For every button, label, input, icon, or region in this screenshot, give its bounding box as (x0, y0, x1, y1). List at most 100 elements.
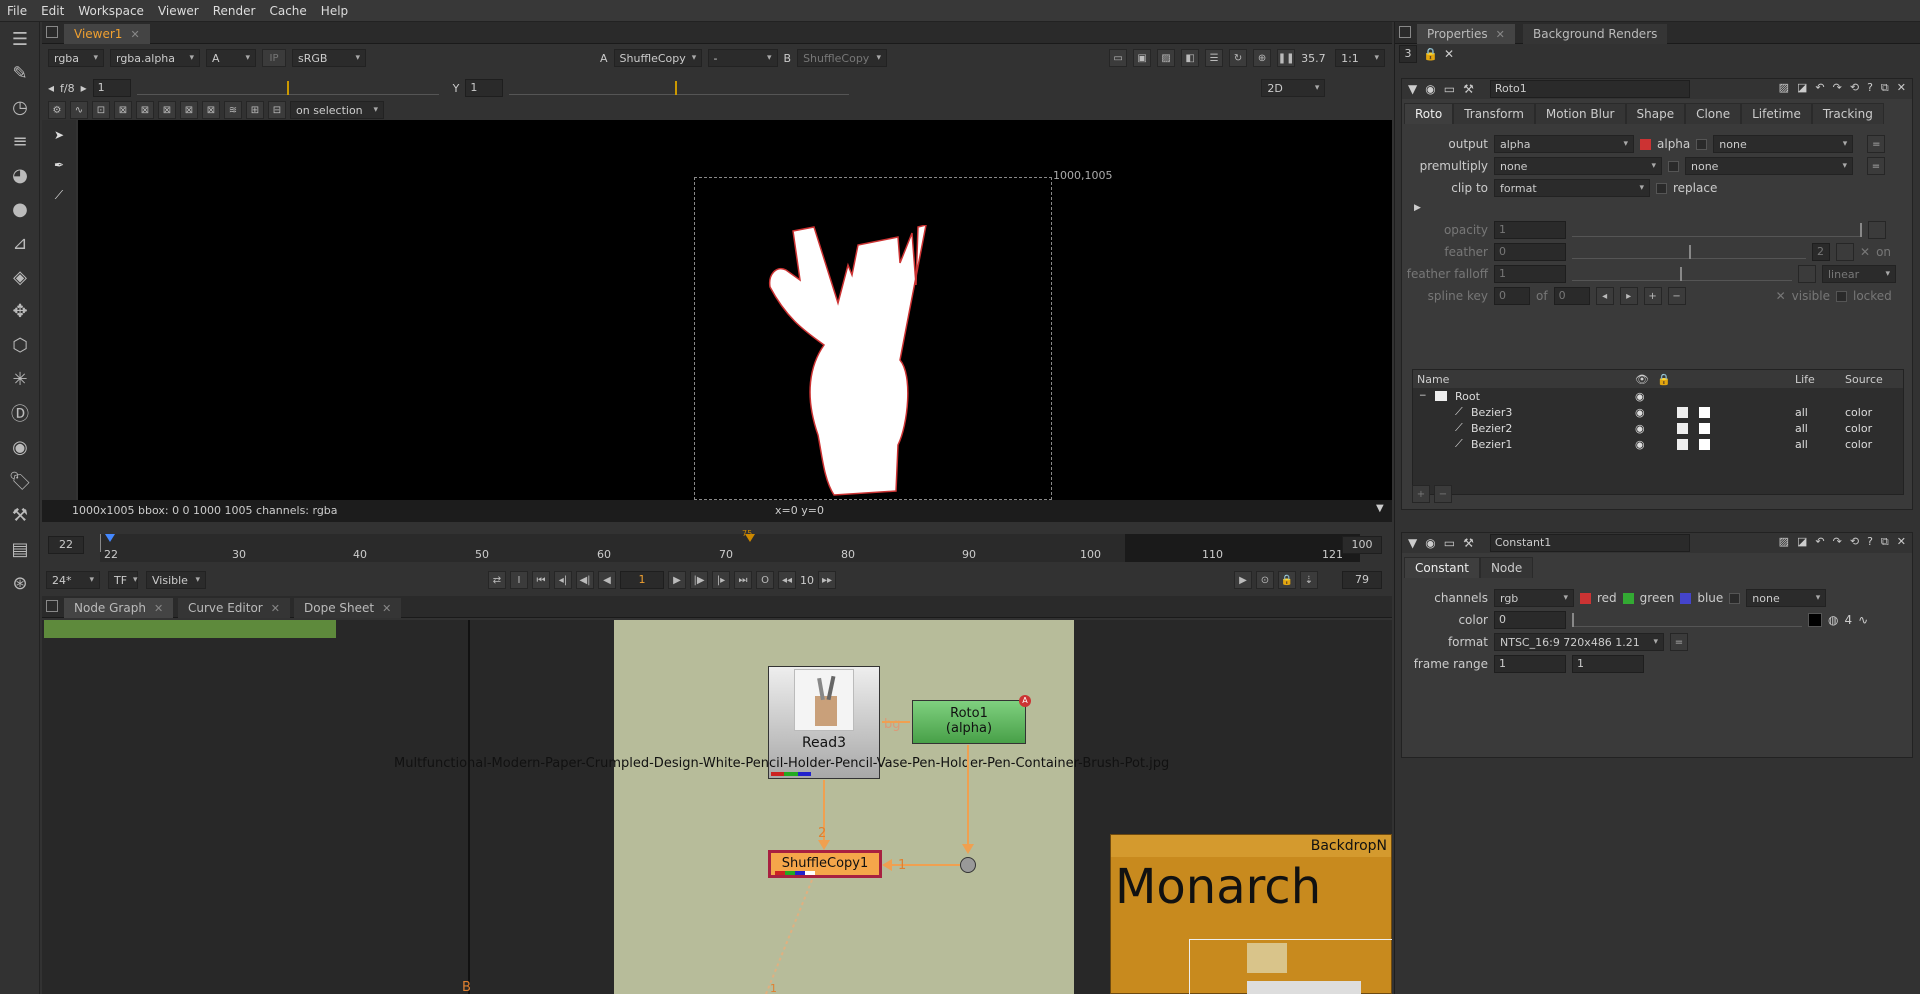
visible-eye-icon[interactable]: ◉ (1635, 406, 1645, 419)
feather-n-input[interactable]: 2 (1812, 243, 1830, 261)
color-swatch[interactable] (1808, 613, 1822, 627)
extra-checkbox[interactable] (1729, 592, 1741, 604)
toolbar-menu-icon[interactable]: ☰ (0, 22, 40, 56)
overlay-swatch[interactable] (1677, 406, 1688, 418)
anim-icon[interactable] (1868, 221, 1886, 239)
tab-node[interactable]: Node (1479, 557, 1534, 578)
layer-select[interactable]: rgba.alpha (110, 49, 200, 67)
tf-select[interactable]: TF (108, 571, 138, 589)
skip-forward-icon[interactable]: ▸▸ (818, 571, 836, 589)
channels-select[interactable]: rgba (48, 49, 104, 67)
view-icon[interactable]: ◉ (1425, 82, 1435, 96)
gl-color-icon[interactable]: ◪ (1797, 81, 1807, 95)
column-source[interactable]: Source (1845, 373, 1883, 386)
feather-on-icon[interactable]: ✕ (1860, 245, 1870, 259)
menu-file[interactable]: File (0, 4, 34, 18)
prev-key-icon[interactable]: ◂ (1595, 287, 1614, 305)
output-extra-select[interactable]: none (1713, 135, 1854, 153)
curve-icon[interactable]: ∿ (1858, 613, 1868, 627)
tab-motion-blur[interactable]: Motion Blur (1534, 103, 1626, 124)
color-input[interactable]: 0 (1494, 611, 1566, 629)
settings-icon[interactable]: ⚙ (48, 101, 66, 119)
tab-viewer1[interactable]: Viewer1 ✕ (64, 24, 150, 44)
loop-icon[interactable]: ⇄ (488, 571, 506, 589)
menu-edit[interactable]: Edit (34, 4, 71, 18)
link-icon[interactable]: = (1867, 135, 1886, 153)
undo-icon[interactable]: ↶ (1815, 81, 1824, 95)
dot-node[interactable] (960, 857, 976, 873)
views-icon[interactable]: ◉ (0, 430, 40, 464)
filter-icon[interactable]: ● (0, 192, 40, 226)
prev-key-icon[interactable]: ◂| (554, 571, 572, 589)
premultiply-extra-select[interactable]: none (1685, 157, 1853, 175)
toolsets-icon[interactable]: ⚒ (0, 498, 40, 532)
range-start-input[interactable]: 1 (1494, 655, 1566, 673)
visible-eye-icon[interactable]: ◉ (1635, 422, 1645, 435)
tool-icon[interactable]: ⊠ (180, 101, 198, 119)
next-key-icon[interactable]: |▸ (712, 571, 730, 589)
ip-button[interactable]: IP (262, 49, 286, 67)
opacity-input[interactable]: 1 (1494, 221, 1566, 239)
view-icon[interactable]: ◉ (1425, 536, 1435, 550)
roi-icon[interactable]: ▭ (1109, 49, 1128, 67)
red-checkbox[interactable] (1580, 592, 1591, 604)
locked-checkbox[interactable] (1836, 290, 1847, 302)
merge-icon[interactable]: ◈ (0, 260, 40, 294)
brush-tool-icon[interactable]: ⟋ (42, 180, 76, 210)
collapse-icon[interactable]: − (1419, 391, 1427, 401)
tab-constant[interactable]: Constant (1404, 557, 1480, 578)
pause-icon[interactable]: ❚❚ (1277, 49, 1296, 67)
format-edit-icon[interactable]: = (1670, 633, 1688, 651)
remove-layer-icon[interactable]: − (1434, 485, 1452, 503)
feather-icon[interactable]: ≋ (224, 101, 242, 119)
menu-workspace[interactable]: Workspace (71, 4, 151, 18)
close-icon[interactable]: ✕ (1496, 28, 1505, 41)
collapse-icon[interactable]: ▼ (1408, 82, 1417, 96)
node-icon[interactable]: ▭ (1444, 536, 1455, 550)
clip-select[interactable]: format (1494, 179, 1650, 197)
color-icon[interactable]: ◕ (0, 158, 40, 192)
undo-icon[interactable]: ↶ (1815, 535, 1824, 549)
transform-icon[interactable]: ✥ (0, 294, 40, 328)
visible-eye-icon[interactable]: ◉ (1635, 438, 1645, 451)
play-icon[interactable]: ▶ (668, 571, 686, 589)
anim-icon[interactable] (1836, 243, 1854, 261)
tab-node-graph[interactable]: Node Graph ✕ (64, 598, 174, 618)
step-back-icon[interactable]: ◀ (598, 571, 616, 589)
visible-check-icon[interactable]: ✕ (1776, 289, 1786, 303)
a-select[interactable]: A (206, 49, 256, 67)
color-wheel-icon[interactable]: ◍ (1828, 613, 1838, 627)
step-forward-icon[interactable]: |▶ (690, 571, 708, 589)
play-back-icon[interactable]: ◀| (576, 571, 594, 589)
ratio-select[interactable]: 1:1 (1335, 49, 1386, 67)
out-icon[interactable]: O (756, 571, 774, 589)
frame-input[interactable]: 1 (620, 571, 664, 589)
tab-tracking[interactable]: Tracking (1811, 103, 1884, 124)
link-icon[interactable]: = (1867, 157, 1885, 175)
viewer-canvas[interactable]: 1000,1005 (78, 120, 1392, 500)
alpha-checkbox[interactable] (1640, 138, 1651, 150)
gain-slider[interactable] (136, 81, 439, 95)
pane-menu-icon[interactable] (1399, 26, 1411, 38)
falloff-select[interactable]: linear (1822, 265, 1896, 283)
gamma-slider-handle[interactable] (675, 81, 678, 95)
menu-help[interactable]: Help (314, 4, 355, 18)
step-value[interactable]: 10 (800, 574, 814, 587)
time-icon[interactable]: ◷ (0, 90, 40, 124)
tab-dope-sheet[interactable]: Dope Sheet ✕ (294, 598, 402, 618)
max-panels-input[interactable]: 3 (1399, 45, 1417, 63)
b-input-select[interactable]: ShuffleCopy (797, 49, 888, 67)
format-select[interactable]: NTSC_16:9 720x486 1.21 (1494, 633, 1664, 651)
premult-checkbox[interactable] (1668, 160, 1679, 172)
lut-select[interactable]: sRGB (292, 49, 366, 67)
furnace-icon[interactable]: ⊛ (0, 566, 40, 600)
flipbook-icon[interactable]: ▶ (1234, 571, 1252, 589)
select-tool-icon[interactable]: ➤ (42, 120, 76, 150)
tab-roto[interactable]: Roto (1404, 103, 1454, 124)
3d-icon[interactable]: ⬡ (0, 328, 40, 362)
close-icon[interactable]: ✕ (271, 602, 280, 615)
color-slider[interactable] (1572, 613, 1802, 627)
next-key-icon[interactable]: ▸ (1619, 287, 1638, 305)
falloff-slider-handle[interactable] (1680, 267, 1682, 281)
collapse-icon[interactable]: ▼ (1408, 536, 1417, 550)
